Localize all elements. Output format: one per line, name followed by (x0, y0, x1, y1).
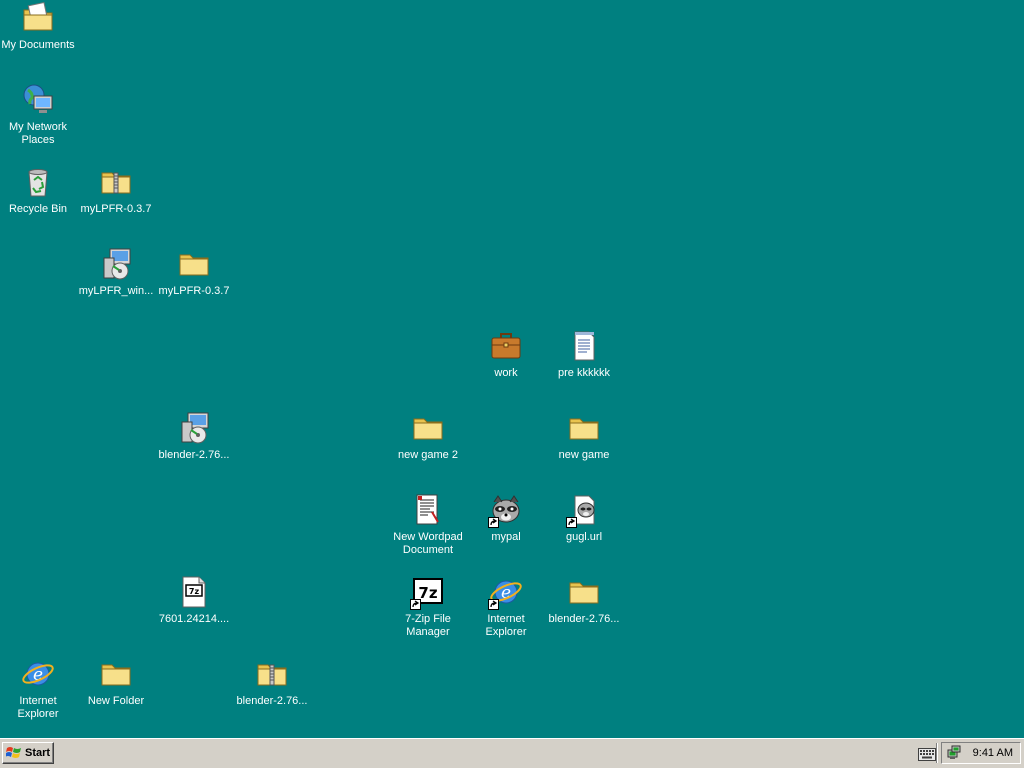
desktop-icon-label: My Documents (1, 39, 75, 51)
zip-folder-icon (98, 164, 134, 200)
desktop-icon-label: blender-2.76... (158, 449, 230, 461)
desktop-icon-label: Internet Explorer (485, 613, 527, 638)
system-tray: 9:41 AM (941, 742, 1021, 764)
desktop-icon-label: new game (558, 449, 610, 461)
shortcut-arrow-icon (488, 517, 499, 528)
url-shortcut-icon (566, 492, 602, 528)
network-status-icon[interactable] (946, 745, 962, 761)
desktop-icon-label: blender-2.76... (548, 613, 620, 625)
desktop-icon-label: New Wordpad Document (393, 531, 463, 556)
folder-icon (566, 410, 602, 446)
desktop-icon-label: Internet Explorer (17, 695, 59, 720)
clock[interactable]: 9:41 AM (973, 747, 1013, 759)
desktop-icon-label: work (494, 367, 518, 379)
desktop-icon[interactable]: new game 2 (389, 410, 467, 486)
7z-archive-icon: 7z (176, 574, 212, 610)
desktop-icon[interactable]: 7z 7-Zip File Manager (389, 574, 467, 650)
taskbar: Start 9:41 AM (0, 738, 1024, 768)
ie-icon: e (20, 656, 56, 692)
folder-icon (410, 410, 446, 446)
folder-icon (566, 574, 602, 610)
desktop-icon-label: pre kkkkkk (558, 367, 610, 379)
wordpad-document-icon (410, 492, 446, 528)
desktop-icon-label: myLPFR-0.3.7 (158, 285, 230, 297)
ie-shortcut-icon: e (488, 574, 524, 610)
folder-icon (98, 656, 134, 692)
desktop-icon-label: new game 2 (398, 449, 458, 461)
desktop-icon[interactable]: 7z 7601.24214.... (155, 574, 233, 650)
start-button[interactable]: Start (2, 742, 54, 764)
desktop-icon[interactable]: mypal (467, 492, 545, 568)
desktop-icon-label: My Network Places (8, 121, 68, 146)
desktop-icon[interactable]: e Internet Explorer (467, 574, 545, 650)
shortcut-arrow-icon (566, 517, 577, 528)
desktop-icon[interactable]: New Wordpad Document (389, 492, 467, 568)
desktop-icon-label: myLPFR-0.3.7 (80, 203, 152, 215)
shortcut-arrow-icon (410, 599, 421, 610)
desktop: My Documents My Network Places Recycle Bin… (0, 0, 1024, 738)
desktop-icon[interactable]: New Folder (77, 656, 155, 732)
zip-folder-icon (254, 656, 290, 692)
desktop-icon-label: 7601.24214.... (158, 613, 230, 625)
7zip-shortcut-icon: 7z (410, 574, 446, 610)
installer-icon (176, 410, 212, 446)
desktop-icon[interactable]: My Documents (0, 0, 77, 76)
tray-separator (936, 743, 938, 763)
desktop-icon[interactable]: pre kkkkkk (545, 328, 623, 404)
desktop-icon[interactable]: new game (545, 410, 623, 486)
desktop-icon-label: Recycle Bin (8, 203, 68, 215)
desktop-icon[interactable]: My Network Places (0, 82, 77, 158)
keyboard-icon[interactable] (918, 748, 936, 761)
desktop-icon[interactable]: work (467, 328, 545, 404)
start-label: Start (25, 747, 51, 759)
svg-text:7z: 7z (189, 587, 200, 596)
desktop-icon[interactable]: blender-2.76... (233, 656, 311, 732)
desktop-icon[interactable]: e Internet Explorer (0, 656, 77, 732)
desktop-icon[interactable]: myLPFR-0.3.7 (155, 246, 233, 322)
desktop-icon[interactable]: blender-2.76... (155, 410, 233, 486)
svg-text:7z: 7z (418, 584, 437, 602)
briefcase-icon (488, 328, 524, 364)
desktop-icon[interactable]: Recycle Bin (0, 164, 77, 240)
desktop-icon-label: blender-2.76... (236, 695, 308, 707)
desktop-icon-label: gugl.url (565, 531, 603, 543)
desktop-icon-label: 7-Zip File Manager (405, 613, 451, 638)
recycle-bin-icon (20, 164, 56, 200)
folder-icon (176, 246, 212, 282)
desktop-icon-label: myLPFR_win... (78, 285, 154, 297)
desktop-icon[interactable]: myLPFR-0.3.7 (77, 164, 155, 240)
my-documents-icon (20, 0, 56, 36)
desktop-icon[interactable]: blender-2.76... (545, 574, 623, 650)
windows-logo-icon (6, 747, 21, 758)
desktop-icon[interactable]: gugl.url (545, 492, 623, 568)
desktop-icon-label: New Folder (87, 695, 145, 707)
desktop-icon[interactable]: myLPFR_win... (77, 246, 155, 322)
shortcut-arrow-icon (488, 599, 499, 610)
text-document-icon (566, 328, 602, 364)
installer-icon (98, 246, 134, 282)
network-places-icon (20, 82, 56, 118)
desktop-icon-label: mypal (491, 531, 521, 543)
raccoon-shortcut-icon (488, 492, 524, 528)
